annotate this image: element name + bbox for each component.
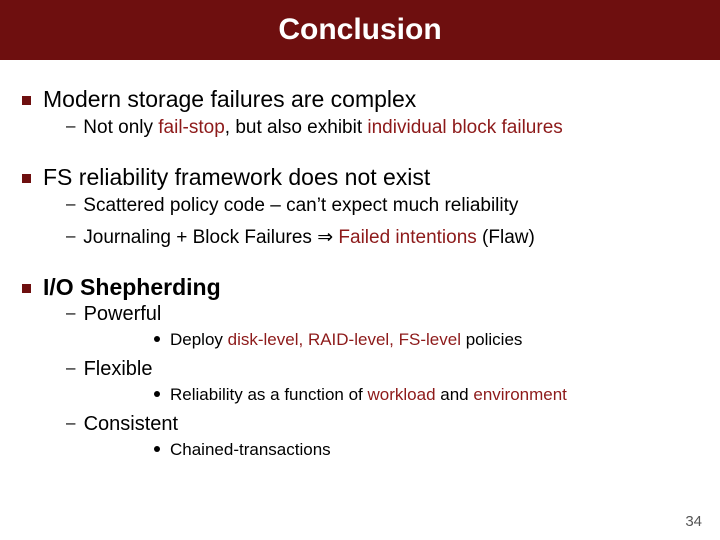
bullet-1-sub-1: – Not only fail-stop, but also exhibit i… [66, 115, 698, 140]
bullet-3-powerful-detail: Deploy disk-level, RAID-level, FS-level … [154, 330, 698, 350]
bullet-3-text: I/O Shepherding [43, 274, 221, 300]
dash-icon: – [66, 358, 78, 378]
bullet-3-sub-consistent: – Consistent [66, 413, 698, 436]
square-bullet-icon [22, 174, 31, 183]
dot-icon [154, 446, 160, 452]
dash-icon: – [66, 303, 78, 323]
bullet-2: FS reliability framework does not exist [22, 164, 698, 191]
slide-title: Conclusion [278, 13, 441, 47]
square-bullet-icon [22, 284, 31, 293]
bullet-3-sub-powerful: – Powerful [66, 303, 698, 326]
title-bar: Conclusion [0, 0, 720, 60]
dash-icon: – [66, 225, 78, 247]
bullet-1-text: Modern storage failures are complex [43, 86, 416, 112]
dash-icon: – [66, 115, 78, 137]
square-bullet-icon [22, 96, 31, 105]
bullet-3-flexible-detail: Reliability as a function of workload an… [154, 385, 698, 405]
dot-icon [154, 336, 160, 342]
dash-icon: – [66, 193, 78, 215]
bullet-2-sub-1: – Scattered policy code – can’t expect m… [66, 193, 698, 218]
dash-icon: – [66, 413, 78, 433]
bullet-3-consistent-detail: Chained-transactions [154, 440, 698, 460]
bullet-3-sub-flexible: – Flexible [66, 358, 698, 381]
bullet-1: Modern storage failures are complex [22, 86, 698, 113]
bullet-2-sub-2: – Journaling + Block Failures ⇒ Failed i… [66, 225, 698, 250]
dot-icon [154, 391, 160, 397]
slide-body: Modern storage failures are complex – No… [0, 60, 720, 460]
page-number: 34 [685, 513, 702, 530]
bullet-3: I/O Shepherding [22, 274, 698, 301]
bullet-2-text: FS reliability framework does not exist [43, 164, 430, 190]
